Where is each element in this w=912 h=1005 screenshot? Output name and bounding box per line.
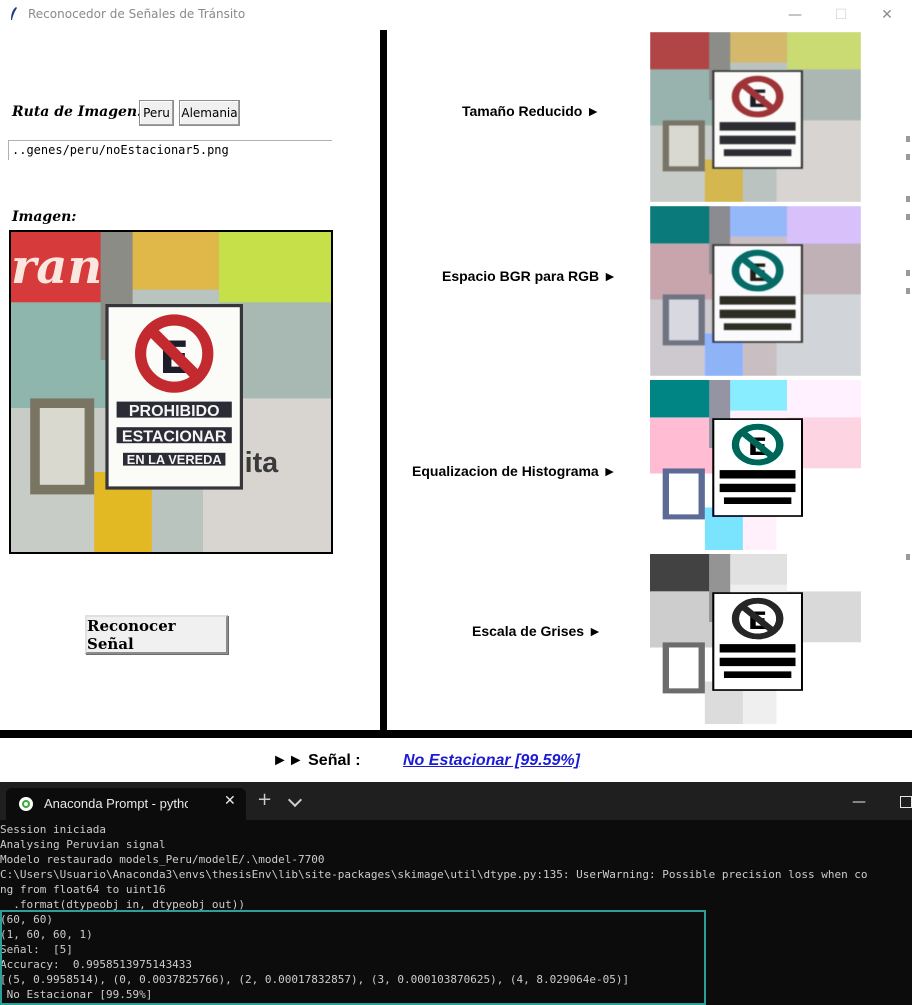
- grayscale-image: [650, 554, 861, 724]
- svg-text:ita: ita: [245, 447, 280, 479]
- alemania-button[interactable]: Alemania: [179, 100, 240, 126]
- background-window-edge: [904, 130, 912, 560]
- maximize-icon: ☐: [834, 7, 848, 23]
- bgr-rgb-image: [650, 206, 861, 376]
- terminal-line: Session iniciada: [0, 823, 106, 836]
- step-label-grayscale: Escala de Grises ►: [472, 623, 602, 639]
- maximize-button[interactable]: ☐: [818, 0, 864, 30]
- close-icon: ✕: [881, 7, 893, 23]
- traffic-sign-photo: ran PROHIBIDO ESTACIONAR EN LA VEREDA it…: [11, 232, 331, 552]
- equalized-image: [650, 380, 861, 550]
- terminal-line: ng from float64 to uint16: [0, 883, 166, 896]
- svg-text:ran: ran: [11, 239, 102, 295]
- window-title: Reconocedor de Señales de Tránsito: [28, 7, 246, 21]
- reduced-image: [650, 32, 861, 202]
- minimize-button[interactable]: —: [772, 0, 818, 30]
- step-label-reduced: Tamaño Reducido ►: [462, 103, 601, 119]
- terminal-line: Analysing Peruvian signal: [0, 838, 166, 851]
- sign-line-1: PROHIBIDO: [129, 403, 220, 420]
- terminal-maximize-icon[interactable]: [900, 796, 912, 808]
- result-divider: [0, 730, 912, 738]
- chevron-down-icon[interactable]: [287, 792, 303, 808]
- panel-divider: [380, 30, 387, 730]
- peru-button[interactable]: Peru: [139, 100, 174, 126]
- terminal-tab-title: Anaconda Prompt - python inte: [44, 796, 188, 811]
- recognize-button[interactable]: Reconocer Señal: [85, 615, 228, 654]
- terminal-selection-box: [0, 910, 706, 1005]
- step-label-equalization: Equalizacion de Histograma ►: [412, 463, 617, 479]
- terminal-line: Modelo restaurado models_Peru/modelE/.\m…: [0, 853, 325, 866]
- image-label: Imagen:: [12, 209, 77, 225]
- terminal-line: C:\Users\Usuario\Anaconda3\envs\thesisEn…: [0, 868, 868, 881]
- title-bar: Reconocedor de Señales de Tránsito — ☐ ✕: [0, 0, 912, 30]
- result-value[interactable]: No Estacionar [99.59%]: [403, 752, 580, 770]
- path-input[interactable]: ..genes/peru/noEstacionar5.png: [8, 140, 332, 160]
- terminal-window: Anaconda Prompt - python inte ✕ + — Sess…: [0, 782, 912, 1005]
- terminal-tab[interactable]: Anaconda Prompt - python inte ✕: [6, 788, 246, 820]
- sign-line-2: ESTACIONAR: [122, 429, 227, 446]
- path-label: Ruta de Imagen:: [12, 104, 143, 120]
- terminal-tab-bar: Anaconda Prompt - python inte ✕ + —: [0, 782, 912, 820]
- anaconda-icon: [19, 797, 33, 811]
- terminal-minimize-icon[interactable]: —: [852, 794, 866, 810]
- input-image: ran PROHIBIDO ESTACIONAR EN LA VEREDA it…: [9, 230, 333, 554]
- result-label: ►► Señal :: [272, 752, 361, 769]
- new-tab-icon[interactable]: +: [257, 791, 272, 809]
- step-label-bgr-rgb: Espacio BGR para RGB ►: [442, 268, 617, 284]
- close-button[interactable]: ✕: [864, 0, 910, 30]
- minimize-icon: —: [788, 7, 802, 23]
- app-window: Reconocedor de Señales de Tránsito — ☐ ✕…: [0, 0, 912, 782]
- tab-close-icon[interactable]: ✕: [224, 793, 236, 809]
- sign-line-3: EN LA VEREDA: [127, 452, 222, 467]
- feather-icon: [11, 7, 17, 20]
